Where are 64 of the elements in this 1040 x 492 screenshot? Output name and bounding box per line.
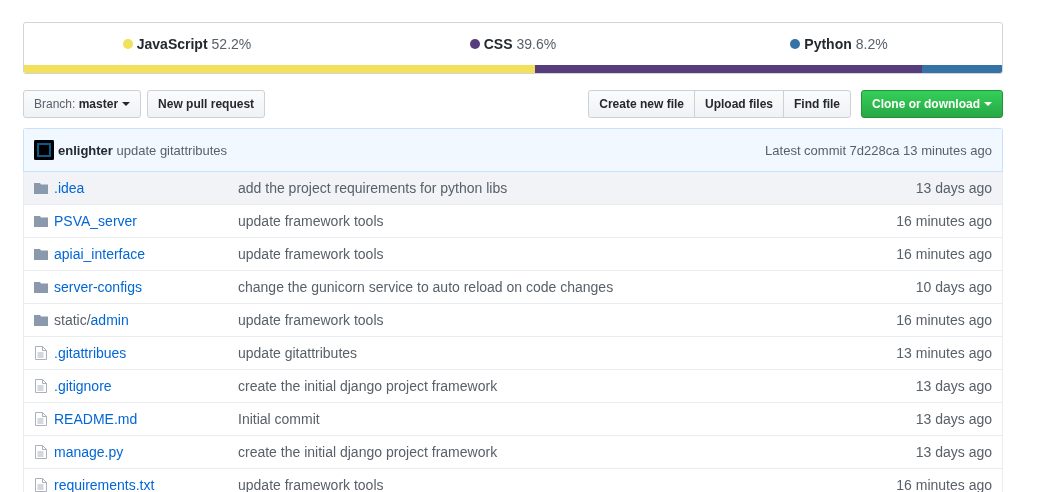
commit-age: 16 minutes ago [896, 312, 992, 328]
file-link[interactable]: README.md [54, 411, 138, 427]
commit-message-link[interactable]: change the gunicorn service to auto reload on code changes [238, 279, 614, 295]
file-row[interactable]: .gitattribues update gitattributes 13 minutes ago [23, 337, 1003, 370]
folder-icon [34, 279, 48, 295]
file-action-button[interactable]: Create new file [588, 90, 695, 118]
commit-age: 13 days ago [915, 444, 992, 460]
language-link[interactable]: JavaScript 52.2% [24, 36, 350, 52]
file-link[interactable]: server-configs [54, 279, 142, 295]
caret-icon [122, 102, 131, 106]
new-pull-request-button[interactable]: New pull request [147, 90, 266, 118]
commit-age: 13 days ago [915, 411, 992, 427]
file-row[interactable]: .idea add the project requirements for python libs 13 days ago [23, 172, 1003, 205]
file-icon [34, 411, 48, 427]
file-action-button[interactable]: Find file [783, 90, 851, 118]
file-row[interactable]: README.md Initial commit 13 days ago [23, 403, 1003, 436]
folder-icon [34, 312, 48, 328]
file-row[interactable]: server-configs change the gunicorn service to auto reload on code changes 10 days ago [23, 271, 1003, 304]
branch-button[interactable]: Branch: master [23, 90, 142, 118]
file-icon [34, 444, 48, 460]
commit-message-link[interactable]: update gitattributes [238, 345, 358, 361]
file-icon [34, 378, 48, 394]
commit-message-link[interactable]: create the initial django project framework [238, 378, 498, 394]
file-link[interactable]: .gitattribues [54, 345, 127, 361]
commit-message-link[interactable]: update framework tools [238, 312, 384, 328]
file-link[interactable]: manage.py [54, 444, 124, 460]
commit-message-link[interactable]: add the project requirements for python libs [238, 180, 508, 196]
commit-message-link[interactable]: update framework tools [238, 246, 384, 262]
file-row[interactable]: static/admin update framework tools 16 minutes ago [23, 304, 1003, 337]
commit-age: 13 minutes ago [896, 345, 992, 361]
file-row[interactable]: .gitignore create the initial django project framework 13 days ago [23, 370, 1003, 403]
file-link[interactable]: .idea [54, 180, 85, 196]
file-row[interactable]: apiai_interface update framework tools 16 minutes ago [23, 238, 1003, 271]
commit-age: 16 minutes ago [896, 477, 992, 492]
file-row[interactable]: requirements.txt update framework tools 16 minutes ago [23, 469, 1003, 492]
file-link[interactable]: apiai_interface [54, 246, 146, 262]
commit-age: 13 days ago [915, 180, 992, 196]
commit-message-link[interactable]: create the initial django project framework [238, 444, 498, 460]
file-link[interactable]: .gitignore [54, 378, 112, 394]
folder-icon [34, 213, 48, 229]
commit-age: 16 minutes ago [896, 246, 992, 262]
file-row[interactable]: manage.py create the initial django project framework 13 days ago [23, 436, 1003, 469]
latest-commit: Latest commit 7d228ca 13 minutes ago [765, 142, 992, 158]
file-link[interactable]: requirements.txt [54, 477, 155, 492]
file-action-button[interactable]: Upload files [694, 90, 784, 118]
commit-message-link[interactable]: update framework tools [238, 477, 384, 492]
folder-icon [34, 246, 48, 262]
avatar [34, 140, 54, 160]
caret-icon [984, 102, 992, 106]
commit-message: enlighter update gitattributes [58, 142, 228, 158]
commit-age: 13 days ago [915, 378, 992, 394]
language-link[interactable]: Python 8.2% [676, 36, 1002, 52]
file-icon [34, 345, 48, 361]
commit-age: 10 days ago [915, 279, 992, 295]
file-link[interactable]: admin [90, 312, 129, 328]
commit-age: 16 minutes ago [896, 213, 992, 229]
file-icon [34, 477, 48, 492]
folder-icon [34, 180, 48, 196]
file-link[interactable]: PSVA_server [54, 213, 137, 229]
commit-message-link[interactable]: update framework tools [238, 213, 384, 229]
language-link[interactable]: CSS 39.6% [350, 36, 676, 52]
file-row[interactable]: PSVA_server update framework tools 16 minutes ago [23, 205, 1003, 238]
commit-message-link[interactable]: Initial commit [238, 411, 320, 427]
path-prefix: static/ [54, 312, 91, 328]
